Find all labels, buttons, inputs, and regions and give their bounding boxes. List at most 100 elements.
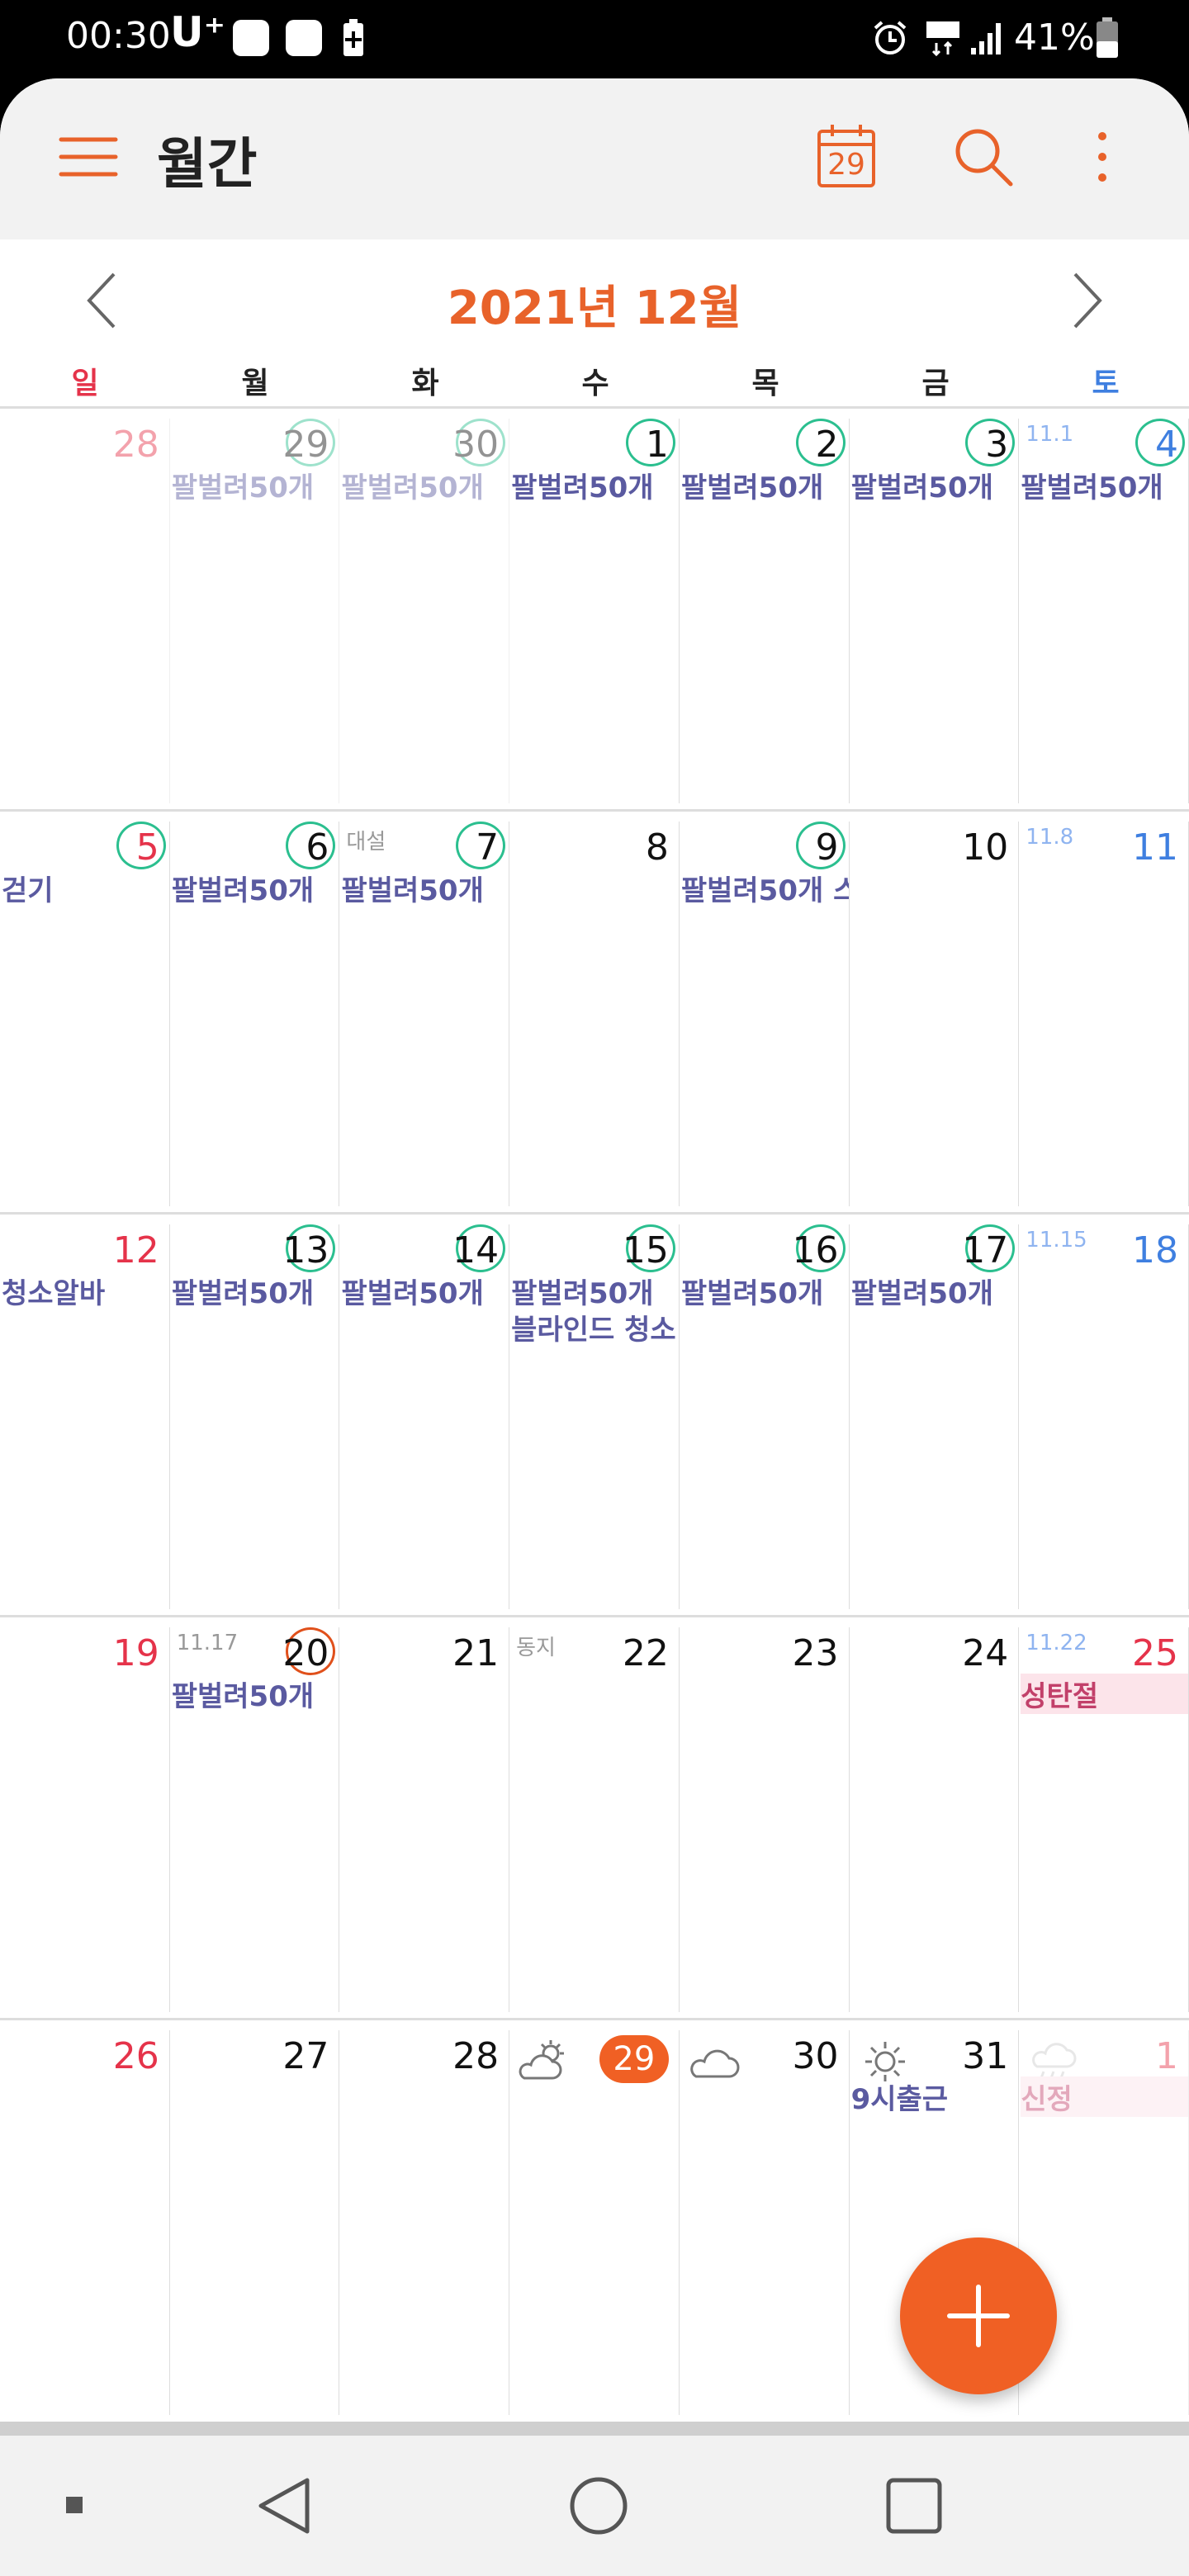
square-small-icon[interactable] bbox=[63, 2493, 86, 2517]
event-label[interactable]: 팔벌려50개 bbox=[172, 1674, 314, 1714]
weekday-thursday: 목 bbox=[751, 367, 779, 400]
event-label[interactable]: 팔벌려50개 bbox=[172, 465, 314, 505]
day-cell[interactable]: 30 팔벌려50개 bbox=[339, 419, 510, 803]
day-cell[interactable]: 19 bbox=[0, 1627, 170, 2012]
lunar-label: 11.1 bbox=[1026, 422, 1074, 447]
day-cell[interactable]: 17 팔벌려50개 bbox=[850, 1224, 1020, 1609]
back-icon[interactable] bbox=[248, 2469, 322, 2543]
weekday-sunday: 일 bbox=[71, 367, 99, 400]
day-cell[interactable]: 29 bbox=[509, 2030, 680, 2415]
day-number: 5 bbox=[135, 826, 159, 869]
day-number: 25 bbox=[1131, 1632, 1178, 1674]
day-cell[interactable]: 11.8 11 bbox=[1019, 822, 1189, 1206]
add-event-button[interactable] bbox=[900, 2237, 1057, 2394]
day-number: 18 bbox=[1131, 1229, 1178, 1271]
day-cell[interactable]: 23 bbox=[680, 1627, 850, 2012]
day-cell[interactable]: 1 팔벌려50개 bbox=[509, 419, 680, 803]
event-label[interactable]: 팔벌려50개 bbox=[681, 1271, 823, 1311]
status-time: 00:30 bbox=[66, 15, 171, 57]
event-label[interactable]: 팔벌려50개 bbox=[172, 1271, 314, 1311]
battery-percent: 41% bbox=[1014, 17, 1095, 59]
today-button-day: 29 bbox=[827, 148, 865, 182]
event-label[interactable]: 청소알바 bbox=[2, 1271, 105, 1311]
event-label[interactable]: 팔벌려50개 bbox=[511, 1271, 653, 1311]
day-number: 4 bbox=[1154, 424, 1178, 466]
event-label[interactable]: 블라인드 청소 bbox=[511, 1307, 676, 1347]
hamburger-menu-icon[interactable] bbox=[51, 120, 126, 194]
day-cell[interactable]: 24 bbox=[850, 1627, 1020, 2012]
day-number: 3 bbox=[985, 424, 1009, 466]
day-number: 14 bbox=[452, 1229, 500, 1271]
event-label[interactable]: 팔벌려50개 bbox=[341, 868, 483, 908]
day-cell[interactable]: 28 bbox=[339, 2030, 510, 2415]
day-cell[interactable]: 10 bbox=[850, 822, 1020, 1206]
day-number: 13 bbox=[282, 1229, 329, 1271]
app-bar: 월간 29 bbox=[0, 78, 1189, 239]
recents-icon[interactable] bbox=[877, 2469, 951, 2543]
day-number: 27 bbox=[282, 2035, 329, 2077]
day-cell[interactable]: 11.17 20 팔벌려50개 bbox=[170, 1627, 340, 2012]
day-cell[interactable]: 3 팔벌려50개 bbox=[850, 419, 1020, 803]
home-icon[interactable] bbox=[561, 2469, 636, 2543]
day-cell[interactable]: 6 팔벌려50개 bbox=[170, 822, 340, 1206]
day-number: 20 bbox=[282, 1632, 329, 1674]
more-vertical-icon[interactable] bbox=[1065, 120, 1139, 194]
weekday-monday: 월 bbox=[241, 367, 269, 400]
week-divider bbox=[0, 1615, 1189, 1617]
battery-saver-icon bbox=[343, 19, 363, 56]
day-number: 28 bbox=[452, 2035, 500, 2077]
day-cell[interactable]: 28 bbox=[0, 419, 170, 803]
day-number: 22 bbox=[622, 1632, 669, 1674]
day-cell[interactable]: 16 팔벌려50개 bbox=[680, 1224, 850, 1609]
day-number: 15 bbox=[622, 1229, 669, 1271]
lte-icon bbox=[926, 21, 959, 57]
event-label[interactable]: 팔벌려50개 bbox=[681, 465, 823, 505]
day-cell[interactable]: 13 팔벌려50개 bbox=[170, 1224, 340, 1609]
page-title: 월간 bbox=[157, 132, 258, 196]
calendar-grid: 28 29 팔벌려50개 30 팔벌려50개 1 팔벌려50개 2 팔벌려50개 3 팔벌려50개 1… bbox=[0, 406, 1189, 2423]
event-label[interactable]: 팔벌려50개 bbox=[341, 1271, 483, 1311]
lunar-label: 11.15 bbox=[1026, 1228, 1087, 1252]
event-label[interactable]: 팔벌려50개 bbox=[851, 465, 993, 505]
day-number: 17 bbox=[962, 1229, 1009, 1271]
day-cell[interactable]: 2 팔벌려50개 bbox=[680, 419, 850, 803]
week-divider bbox=[0, 406, 1189, 409]
event-label[interactable]: 9시출근 bbox=[851, 2076, 949, 2117]
day-cell[interactable]: 11.15 18 bbox=[1019, 1224, 1189, 1609]
day-cell[interactable]: 27 bbox=[170, 2030, 340, 2415]
today-button[interactable]: 29 bbox=[809, 120, 883, 194]
chevron-right-icon[interactable] bbox=[1057, 268, 1115, 334]
alarm-icon bbox=[874, 21, 907, 54]
day-cell[interactable]: 동지 22 bbox=[509, 1627, 680, 2012]
day-number: 10 bbox=[962, 826, 1009, 869]
day-cell[interactable]: 11.1 4 팔벌려50개 bbox=[1019, 419, 1189, 803]
day-number: 19 bbox=[112, 1632, 159, 1674]
day-cell[interactable]: 21 bbox=[339, 1627, 510, 2012]
cloud-icon bbox=[686, 2039, 744, 2085]
day-cell[interactable]: 15 팔벌려50개 블라인드 청소 bbox=[509, 1224, 680, 1609]
week-divider bbox=[0, 809, 1189, 812]
day-cell[interactable]: 대설 7 팔벌려50개 bbox=[339, 822, 510, 1206]
event-label[interactable]: 팔벌려50개 bbox=[511, 465, 653, 505]
day-cell[interactable]: 14 팔벌려50개 bbox=[339, 1224, 510, 1609]
day-cell[interactable]: 30 bbox=[680, 2030, 850, 2415]
day-cell[interactable]: 29 팔벌려50개 bbox=[170, 419, 340, 803]
event-label[interactable]: 팔벌려50개 bbox=[341, 465, 483, 505]
day-number: 31 bbox=[962, 2035, 1009, 2077]
event-label[interactable]: 걷기 bbox=[2, 868, 54, 908]
day-cell[interactable]: 12 청소알바 bbox=[0, 1224, 170, 1609]
day-cell[interactable]: 11.22 25 성탄절 bbox=[1019, 1627, 1189, 2012]
week-divider bbox=[0, 2018, 1189, 2020]
event-label[interactable]: 팔벌려50개 bbox=[172, 868, 314, 908]
event-label[interactable]: 팔벌려50개 bbox=[851, 1271, 993, 1311]
event-label[interactable]: 팔벌려50개 bbox=[1021, 465, 1163, 505]
today-date-badge: 29 bbox=[599, 2035, 669, 2083]
search-icon[interactable] bbox=[946, 120, 1021, 194]
event-label[interactable]: 팔벌려50개 스 bbox=[681, 868, 849, 908]
weekday-header: 일 월 화 수 목 금 토 bbox=[0, 359, 1189, 409]
day-cell[interactable]: 9 팔벌려50개 스 bbox=[680, 822, 850, 1206]
day-cell[interactable]: 8 bbox=[509, 822, 680, 1206]
day-cell[interactable]: 26 bbox=[0, 2030, 170, 2415]
day-cell[interactable]: 5 걷기 bbox=[0, 822, 170, 1206]
signal-icon bbox=[971, 23, 1001, 54]
